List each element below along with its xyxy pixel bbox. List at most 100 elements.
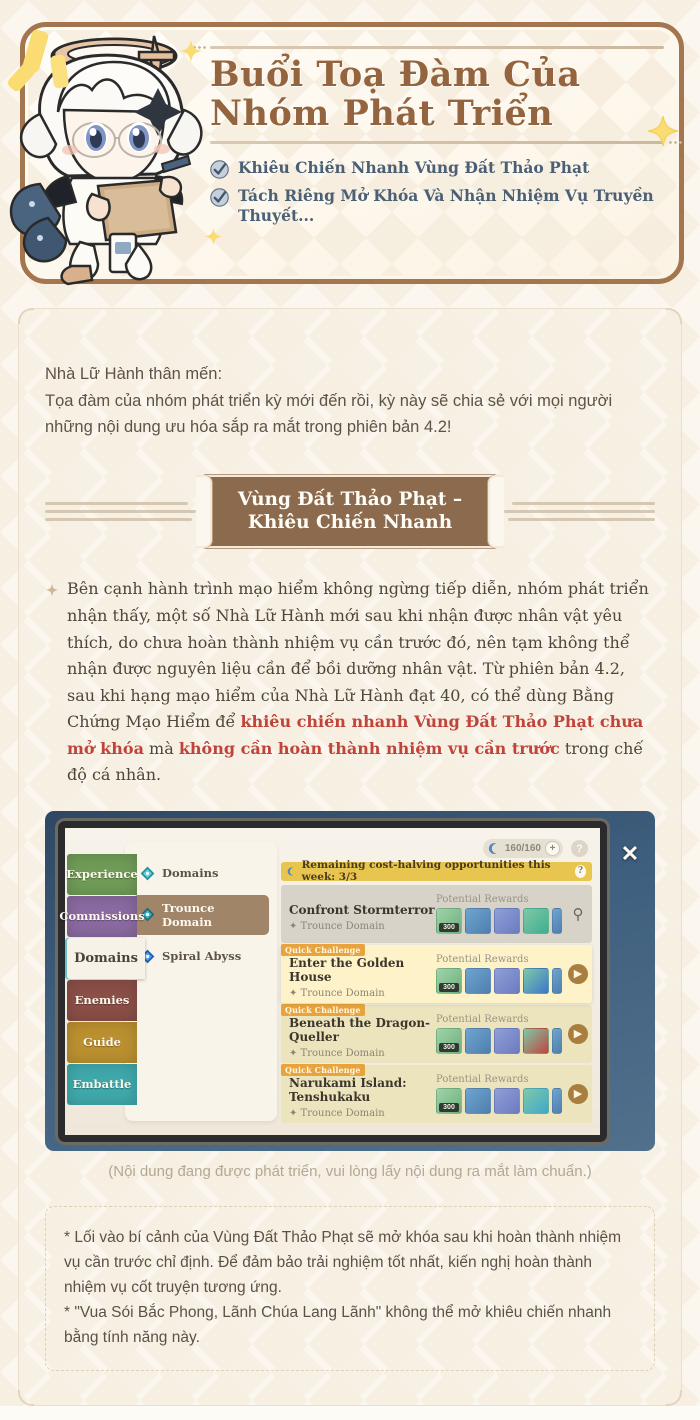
reward-icon-boss-material: [523, 1027, 549, 1054]
domain-category-domains[interactable]: Domains: [133, 860, 269, 887]
game-screenshot: ✕ Experience Commissions Domains Enemies Gui…: [45, 810, 655, 1151]
reward-icon-boss-material: [523, 1087, 549, 1114]
quest-rewards: Potential Rewards 300: [436, 894, 562, 934]
reward-icon-list: 300: [436, 907, 562, 934]
reward-icon-more: [552, 907, 562, 934]
quest-info: Narukami Island: Tenshukaku ✦ Trounce Dom…: [289, 1069, 436, 1119]
quest-rewards: Potential Rewards 300: [436, 954, 562, 994]
quest-row[interactable]: Quick Challenge Narukami Island: Tenshuka…: [281, 1063, 592, 1123]
quick-challenge-tag: Quick Challenge: [281, 943, 365, 956]
reward-icon-list: 300: [436, 967, 562, 994]
greeting-body: Tọa đàm của nhóm phát triển kỳ mới đến r…: [45, 391, 613, 437]
paragraph-block: Bên cạnh hành trình mạo hiểm không ngừng…: [45, 576, 655, 788]
header-bullet-label: Tách Riêng Mở Khóa Và Nhận Nhiệm Vụ Truy…: [238, 186, 654, 225]
header-bullet-label: Khiêu Chiến Nhanh Vùng Đất Thảo Phạt: [238, 158, 590, 178]
reward-count-badge: 300: [439, 922, 459, 932]
potential-rewards-label: Potential Rewards: [436, 1013, 529, 1025]
reward-icon-talent-book: [494, 1027, 520, 1054]
header-bullet-item: Khiêu Chiến Nhanh Vùng Đất Thảo Phạt: [210, 158, 664, 180]
game-tab-guide[interactable]: Guide: [67, 1021, 137, 1063]
game-tab-label: Embattle: [72, 1077, 132, 1092]
paragraph-part2: mà: [143, 738, 179, 758]
corner-decor: [18, 1390, 34, 1407]
reward-icon-mora: [465, 1027, 491, 1054]
reward-count-badge: 300: [439, 982, 459, 992]
reward-icon-boss-material: [523, 907, 549, 934]
greeting: Nhà Lữ Hành thân mến: Tọa đàm của nhóm p…: [45, 361, 655, 441]
quest-subtitle: ✦ Trounce Domain: [289, 1047, 385, 1059]
star-sparkle-icon: [180, 40, 202, 62]
reward-icon-mora: [465, 907, 491, 934]
potential-rewards-label: Potential Rewards: [436, 1073, 529, 1085]
section-title-banner: Vùng Đất Thảo Phạt – Khiêu Chiến Nhanh: [195, 475, 505, 549]
quest-info: Beneath the Dragon-Queller ✦ Trounce Doma…: [289, 1009, 436, 1059]
greeting-salutation: Nhà Lữ Hành thân mến:: [45, 365, 223, 383]
game-tab-label: Guide: [83, 1035, 121, 1050]
game-tab-enemies[interactable]: Enemies: [67, 979, 137, 1021]
corner-decor: [666, 308, 682, 324]
game-book-frame: Experience Commissions Domains Enemies Guide…: [58, 820, 607, 1142]
enter-domain-button[interactable]: ▶: [568, 1023, 588, 1044]
quest-row[interactable]: Quick Challenge Enter the Golden House ✦ T…: [281, 943, 592, 1003]
cost-halving-text: Remaining cost-halving opportunities thi…: [301, 859, 551, 884]
paragraph-highlight2: không cần hoàn thành nhiệm vụ cần trước: [178, 738, 560, 758]
reward-icon-experience: 300: [436, 1027, 462, 1054]
game-tab-domains[interactable]: Domains: [67, 937, 145, 979]
quest-info: Enter the Golden House ✦ Trounce Domain: [289, 949, 436, 998]
reward-icon-more: [552, 967, 562, 994]
quest-title: Narukami Island: Tenshukaku: [289, 1075, 407, 1104]
paragraph-part1: Bên cạnh hành trình mạo hiểm không ngừng…: [67, 579, 649, 732]
quest-panel: 160/160 + ? Remaining cost-halving oppor…: [281, 836, 592, 1125]
body-card: Nhà Lữ Hành thân mến: Tọa đàm của nhóm p…: [18, 308, 682, 1407]
screenshot-caption: (Nội dung đang được phát triển, vui lòng…: [108, 1162, 592, 1180]
reward-icon-list: 300: [436, 1087, 562, 1114]
domain-category-spiral-abyss[interactable]: Spiral Abyss: [133, 943, 269, 970]
quick-challenge-tag: Quick Challenge: [281, 1003, 365, 1016]
domain-diamond-icon: [140, 866, 155, 881]
enter-domain-button[interactable]: ▶: [568, 963, 588, 984]
enter-domain-button[interactable]: ▶: [568, 1083, 588, 1104]
game-tab-commissions[interactable]: Commissions: [59, 895, 145, 937]
resin-indicator: 160/160 +: [482, 839, 563, 859]
game-tab-label: Experience: [66, 867, 138, 882]
reward-icon-more: [552, 1087, 562, 1114]
close-icon[interactable]: ✕: [615, 839, 645, 869]
quest-rewards: Potential Rewards 300: [436, 1074, 562, 1114]
cost-halving-help-icon[interactable]: ?: [574, 864, 586, 878]
page-title: Buổi Toạ Đàm Của Nhóm Phát Triển: [210, 54, 664, 135]
reward-icon-talent-book: [494, 907, 520, 934]
game-tab-embattle[interactable]: Embattle: [67, 1063, 137, 1105]
moon-icon: [287, 867, 294, 876]
game-topbar: 160/160 + ?: [281, 836, 592, 862]
quest-list: Confront Stormterror ✦ Trounce Domain Pote…: [281, 884, 592, 1123]
reward-icon-mora: [465, 967, 491, 994]
section-decor-left: [45, 502, 196, 522]
help-icon[interactable]: ?: [571, 840, 588, 858]
reward-icon-more: [552, 1027, 562, 1054]
domain-category-label: Domains: [162, 866, 219, 881]
title-rule-bottom: [210, 141, 682, 145]
page-title-line2: Nhóm Phát Triển: [210, 93, 554, 135]
add-resin-button[interactable]: +: [545, 841, 560, 857]
header-bullet-list: Khiêu Chiến Nhanh Vùng Đất Thảo Phạt Tác…: [210, 158, 664, 225]
footnote-line-2: * "Vua Sói Bắc Phong, Lãnh Chúa Lang Lãn…: [64, 1304, 612, 1347]
quest-subtitle: ✦ Trounce Domain: [289, 1107, 385, 1119]
game-tab-label: Enemies: [74, 993, 130, 1008]
page-title-line1: Buổi Toạ Đàm Của: [210, 54, 581, 95]
star-sparkle-icon: [648, 116, 678, 146]
quest-title: Enter the Golden House: [289, 955, 405, 984]
map-pin-icon[interactable]: ⚲: [568, 905, 588, 923]
reward-count-badge: 300: [439, 1042, 459, 1052]
reward-icon-experience: 300: [436, 907, 462, 934]
game-tab-label: Domains: [74, 950, 138, 966]
domain-category-trounce-domain[interactable]: Trounce Domain: [133, 894, 269, 935]
reward-icon-experience: 300: [436, 967, 462, 994]
domain-category-label: Spiral Abyss: [162, 949, 242, 964]
footnote-line-1: * Lối vào bí cảnh của Vùng Đất Thảo Phạt…: [64, 1228, 622, 1296]
header: Buổi Toạ Đàm Của Nhóm Phát Triển Khiêu C…: [0, 0, 700, 300]
game-tab-experience[interactable]: Experience: [66, 853, 138, 895]
quest-title: Beneath the Dragon-Queller: [289, 1015, 431, 1044]
quest-row[interactable]: Quick Challenge Beneath the Dragon-Quelle…: [281, 1003, 592, 1063]
reward-icon-mora: [465, 1087, 491, 1114]
quest-row[interactable]: Confront Stormterror ✦ Trounce Domain Pote…: [281, 884, 592, 943]
